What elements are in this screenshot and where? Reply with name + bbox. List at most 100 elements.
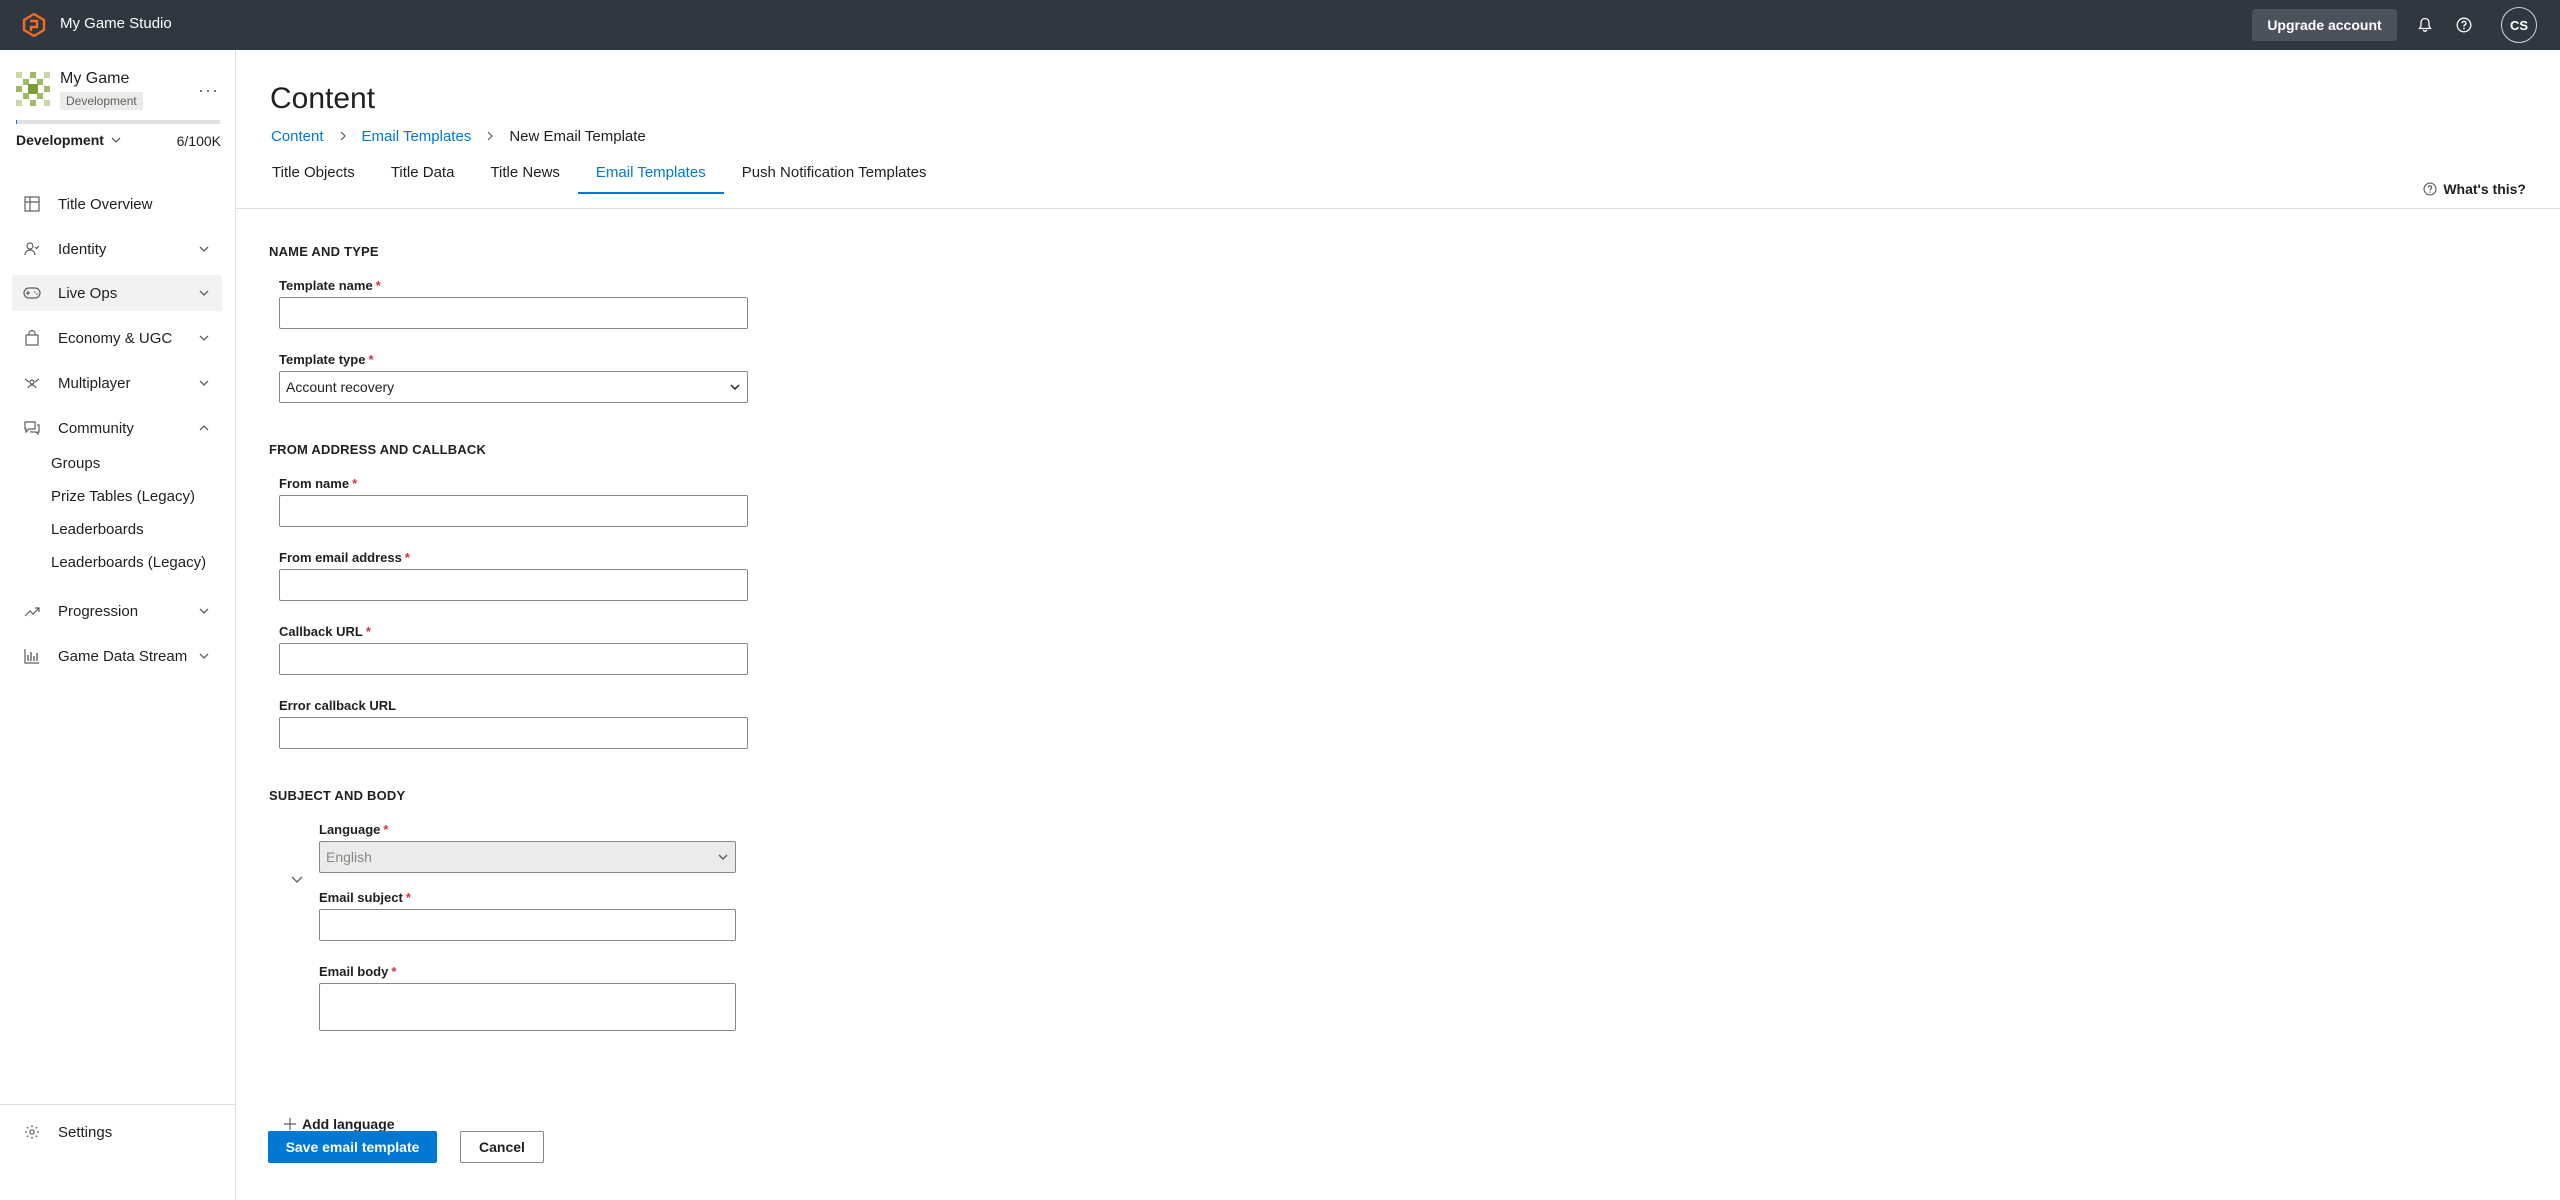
- sidebar-subitem-leaderboards-legacy[interactable]: Leaderboards (Legacy): [51, 554, 206, 571]
- environment-badge: Development: [60, 92, 143, 110]
- sidebar-subitem-prize-tables[interactable]: Prize Tables (Legacy): [51, 488, 195, 505]
- chat-icon: [22, 418, 42, 438]
- tab-email-templates[interactable]: Email Templates: [577, 162, 724, 194]
- chevron-right-icon: [485, 129, 495, 144]
- sidebar-item-label: Economy & UGC: [58, 329, 173, 347]
- sidebar-item-label: Identity: [58, 240, 107, 258]
- breadcrumb: Content Email Templates New Email Templa…: [271, 128, 646, 145]
- playfab-logo-icon[interactable]: [22, 13, 46, 37]
- chevron-down-icon: [199, 653, 209, 659]
- upgrade-account-button[interactable]: Upgrade account: [2252, 9, 2397, 41]
- from-email-input[interactable]: [279, 569, 748, 601]
- help-icon[interactable]: [2453, 14, 2475, 36]
- chevron-down-icon[interactable]: [290, 873, 304, 887]
- sidebar-item-multiplayer[interactable]: Multiplayer: [12, 365, 222, 401]
- chevron-up-icon: [199, 425, 209, 431]
- usage-count: 6/100K: [176, 133, 221, 149]
- studio-name[interactable]: My Game Studio: [60, 15, 172, 32]
- sidebar-subitem-groups[interactable]: Groups: [51, 455, 100, 472]
- multiplayer-icon: [22, 373, 42, 393]
- template-type-label-text: Template type: [279, 352, 366, 367]
- environment-selector-label: Development: [16, 132, 104, 148]
- tab-title-objects[interactable]: Title Objects: [254, 162, 373, 194]
- section-subject-body: SUBJECT AND BODY: [269, 788, 406, 803]
- save-email-template-button[interactable]: Save email template: [268, 1131, 437, 1163]
- email-body-textarea[interactable]: [319, 983, 736, 1031]
- chevron-right-icon: [338, 129, 348, 144]
- template-name-label: Template name *: [279, 278, 381, 293]
- sidebar-item-title-overview[interactable]: Title Overview: [12, 186, 222, 222]
- sidebar-item-label: Game Data Stream: [58, 647, 188, 665]
- error-callback-label: Error callback URL: [279, 698, 397, 713]
- chevron-down-icon: [199, 246, 209, 252]
- section-from-address: FROM ADDRESS AND CALLBACK: [269, 442, 487, 457]
- chevron-down-icon: [730, 384, 740, 391]
- section-name-and-type: NAME AND TYPE: [269, 244, 379, 259]
- sidebar-item-community[interactable]: Community: [12, 410, 222, 446]
- tab-title-data[interactable]: Title Data: [373, 162, 473, 194]
- add-language-button[interactable]: Add language: [284, 1116, 395, 1132]
- callback-url-label-text: Callback URL: [279, 624, 363, 639]
- grid-icon: [22, 194, 42, 214]
- help-icon: [2423, 182, 2437, 196]
- callback-url-input[interactable]: [279, 643, 748, 675]
- language-select: English: [319, 841, 736, 873]
- more-options-icon[interactable]: ···: [198, 80, 219, 101]
- cancel-button[interactable]: Cancel: [460, 1131, 544, 1163]
- game-name[interactable]: My Game: [60, 70, 129, 88]
- tab-push-notification-templates[interactable]: Push Notification Templates: [724, 162, 945, 194]
- game-icon: [16, 72, 50, 106]
- environment-selector[interactable]: Development: [16, 132, 122, 148]
- chevron-down-icon: [718, 854, 728, 861]
- bar-chart-icon: [22, 646, 42, 666]
- gamepad-icon: [22, 283, 42, 303]
- chevron-down-icon: [199, 608, 209, 614]
- email-subject-input[interactable]: [319, 909, 736, 941]
- template-name-input[interactable]: [279, 297, 748, 329]
- required-marker: *: [404, 550, 410, 565]
- required-marker: *: [405, 890, 411, 905]
- avatar[interactable]: CS: [2501, 7, 2537, 43]
- template-type-select[interactable]: Account recovery: [279, 371, 748, 403]
- tab-divider: [236, 208, 2560, 209]
- whats-this-link[interactable]: What's this?: [2423, 181, 2526, 197]
- chevron-down-icon: [199, 380, 209, 386]
- required-marker: *: [352, 476, 358, 491]
- from-email-label: From email address *: [279, 550, 410, 565]
- plus-icon: [284, 1118, 296, 1130]
- from-name-input[interactable]: [279, 495, 748, 527]
- add-language-label: Add language: [302, 1116, 395, 1132]
- sidebar-divider: [0, 1104, 236, 1105]
- breadcrumb-content[interactable]: Content: [271, 128, 324, 145]
- from-name-label: From name *: [279, 476, 357, 491]
- breadcrumb-email-templates[interactable]: Email Templates: [362, 128, 472, 145]
- callback-url-label: Callback URL *: [279, 624, 371, 639]
- sidebar-item-label: Title Overview: [58, 195, 153, 213]
- usage-bar: [16, 120, 220, 124]
- sidebar-item-economy-ugc[interactable]: Economy & UGC: [12, 320, 222, 356]
- template-type-label: Template type *: [279, 352, 374, 367]
- tab-title-news[interactable]: Title News: [472, 162, 577, 194]
- sidebar-item-label: Community: [58, 419, 134, 437]
- main-content: Content Content Email Templates New Emai…: [236, 50, 2560, 1200]
- chevron-down-icon: [199, 335, 209, 341]
- sidebar-item-settings[interactable]: Settings: [12, 1114, 222, 1150]
- required-marker: *: [368, 352, 374, 367]
- language-value: English: [326, 849, 372, 865]
- sidebar-item-game-data-stream[interactable]: Game Data Stream: [12, 638, 222, 674]
- tab-bar: Title Objects Title Data Title News Emai…: [254, 162, 945, 194]
- email-subject-label-text: Email subject: [319, 890, 403, 905]
- page-title: Content: [270, 82, 376, 115]
- bag-icon: [22, 328, 42, 348]
- sidebar-subitem-leaderboards[interactable]: Leaderboards: [51, 521, 144, 538]
- from-email-label-text: From email address: [279, 550, 402, 565]
- identity-icon: [22, 239, 42, 259]
- error-callback-input[interactable]: [279, 717, 748, 749]
- sidebar-item-identity[interactable]: Identity: [12, 231, 222, 267]
- sidebar-item-live-ops[interactable]: Live Ops: [12, 275, 222, 311]
- sidebar-item-label: Settings: [58, 1123, 113, 1141]
- sidebar-item-progression[interactable]: Progression: [12, 593, 222, 629]
- template-type-value: Account recovery: [286, 379, 395, 395]
- sidebar-item-label: Multiplayer: [58, 374, 131, 392]
- bell-icon[interactable]: [2414, 14, 2436, 36]
